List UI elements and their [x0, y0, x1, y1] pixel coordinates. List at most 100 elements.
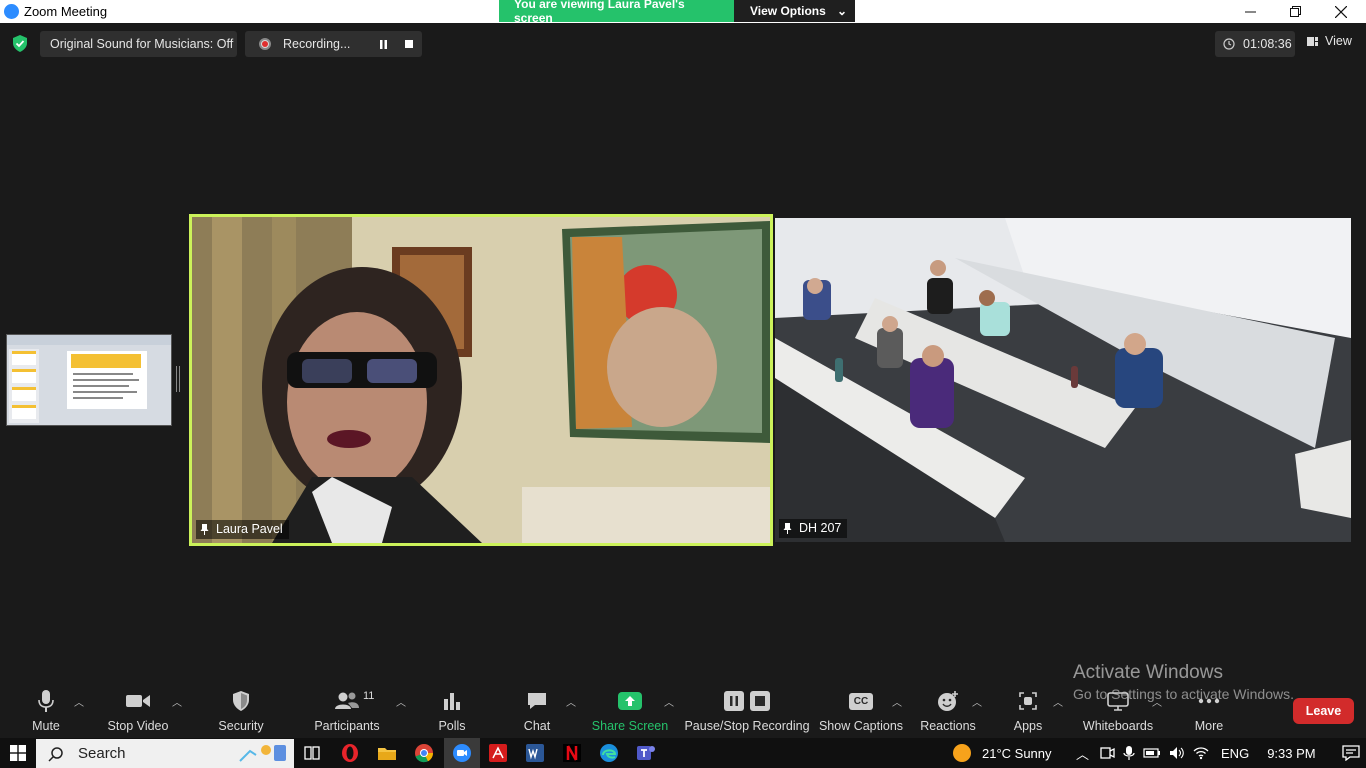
- zoom-taskbar-button[interactable]: [444, 738, 480, 768]
- security-button[interactable]: Security: [217, 686, 265, 738]
- more-button[interactable]: More: [1192, 686, 1226, 738]
- title-bar: Zoom Meeting You are viewing Laura Pavel…: [0, 0, 1366, 25]
- leave-button[interactable]: Leave: [1293, 698, 1354, 724]
- camera-tray-icon[interactable]: [1099, 746, 1115, 760]
- original-sound-toggle[interactable]: Original Sound for Musicians: Off: [40, 31, 237, 57]
- restore-button[interactable]: [1272, 0, 1318, 23]
- clock-time[interactable]: 9:33 PM: [1267, 746, 1315, 761]
- timer-value: 01:08:36: [1243, 37, 1292, 51]
- microphone-tray-icon[interactable]: [1123, 745, 1135, 761]
- zoom-app-icon: [4, 4, 19, 19]
- wifi-icon[interactable]: [1193, 746, 1209, 760]
- layout-icon: [1307, 37, 1318, 46]
- mute-label: Mute: [32, 719, 60, 733]
- pause-stop-recording-button[interactable]: Pause/Stop Recording: [684, 686, 810, 738]
- viewing-screen-label: You are viewing Laura Pavel's screen: [499, 0, 734, 25]
- share-screen-icon: [618, 692, 642, 710]
- security-label: Security: [218, 719, 264, 733]
- activate-windows-title: Activate Windows: [1073, 662, 1223, 683]
- chat-options-chevron-icon[interactable]: ︿: [566, 694, 576, 709]
- weather-widget[interactable]: 21°C Sunny: [952, 738, 1052, 768]
- microphone-icon: [38, 690, 54, 712]
- video-tile-laura-pavel[interactable]: Laura Pavel: [189, 214, 773, 546]
- share-screen-label: Share Screen: [591, 719, 669, 733]
- participants-label: Participants: [314, 719, 380, 733]
- weather-text: 21°C Sunny: [982, 745, 1052, 761]
- view-options-button[interactable]: View Options ⌄: [734, 0, 855, 22]
- sun-icon: [953, 744, 971, 762]
- classroom-video-feed: [775, 218, 1351, 542]
- volume-icon[interactable]: [1169, 746, 1185, 760]
- view-label: View: [1325, 34, 1352, 48]
- edge-icon[interactable]: [599, 743, 619, 763]
- stop-video-label: Stop Video: [107, 719, 169, 733]
- video-options-chevron-icon[interactable]: ︿: [172, 694, 182, 709]
- close-button[interactable]: [1318, 0, 1364, 23]
- mute-button[interactable]: Mute: [26, 686, 66, 738]
- participants-options-chevron-icon[interactable]: ︿: [396, 694, 406, 709]
- leave-label: Leave: [1305, 704, 1342, 718]
- encryption-shield-icon[interactable]: [12, 35, 28, 52]
- participant-name-tag: Laura Pavel: [196, 520, 289, 539]
- original-sound-label: Original Sound for Musicians: Off: [50, 37, 234, 51]
- show-hidden-icons-chevron-icon[interactable]: ︿: [1076, 744, 1089, 763]
- minimize-button[interactable]: [1227, 0, 1273, 23]
- clock-icon: [1223, 38, 1235, 50]
- file-explorer-icon[interactable]: [377, 743, 397, 763]
- more-label: More: [1194, 719, 1224, 733]
- stop-recording-button[interactable]: [401, 36, 417, 52]
- reactions-options-chevron-icon[interactable]: ︿: [972, 694, 982, 709]
- taskbar-search[interactable]: Search: [36, 739, 294, 768]
- share-screen-button[interactable]: Share Screen: [591, 686, 669, 738]
- battery-icon[interactable]: [1143, 747, 1161, 759]
- record-icon: [259, 38, 271, 50]
- whiteboard-icon: [1107, 692, 1129, 711]
- teams-icon[interactable]: [636, 743, 656, 763]
- slide-panel: [9, 349, 39, 423]
- apps-button[interactable]: Apps: [1012, 686, 1044, 738]
- polls-button[interactable]: Polls: [435, 686, 469, 738]
- windows-taskbar: Search 21°C Sunny ︿ ENG 9:33 PM: [0, 738, 1366, 768]
- whiteboards-options-chevron-icon[interactable]: ︿: [1152, 694, 1162, 709]
- windows-start-icon[interactable]: [10, 745, 26, 761]
- video-tile-dh-207[interactable]: DH 207: [775, 218, 1351, 542]
- search-icon: [48, 746, 63, 762]
- chrome-icon[interactable]: [414, 743, 434, 763]
- participants-button[interactable]: 11 Participants: [313, 686, 381, 738]
- search-highlight-icon: [239, 745, 286, 762]
- word-icon[interactable]: [525, 743, 545, 763]
- room-name-tag: DH 207: [779, 519, 848, 538]
- language-indicator[interactable]: ENG: [1221, 746, 1249, 761]
- slide-preview: [67, 351, 147, 409]
- system-tray: ︿ ENG 9:33 PM: [1076, 738, 1360, 768]
- polls-icon: [444, 693, 460, 710]
- room-name: DH 207: [799, 521, 842, 535]
- acrobat-icon[interactable]: [488, 743, 508, 763]
- audio-options-chevron-icon[interactable]: ︿: [74, 694, 84, 709]
- view-button[interactable]: View: [1307, 34, 1352, 48]
- chat-button[interactable]: Chat: [520, 686, 554, 738]
- pause-icon: [379, 39, 387, 49]
- stop-video-button[interactable]: Stop Video: [106, 686, 170, 738]
- resize-handle[interactable]: [176, 366, 180, 392]
- notifications-icon[interactable]: [1341, 745, 1360, 761]
- task-view-icon[interactable]: [302, 743, 322, 763]
- opera-icon[interactable]: [340, 743, 360, 763]
- pause-recording-icon: [724, 691, 744, 711]
- speaker-video-feed: [192, 217, 770, 543]
- participants-icon: [335, 692, 359, 709]
- captions-options-chevron-icon[interactable]: ︿: [892, 694, 902, 709]
- apps-options-chevron-icon[interactable]: ︿: [1053, 694, 1063, 709]
- share-options-chevron-icon[interactable]: ︿: [664, 694, 674, 709]
- pause-recording-button[interactable]: [375, 36, 391, 52]
- netflix-icon[interactable]: [562, 743, 582, 763]
- shared-screen-thumbnail[interactable]: [6, 334, 172, 426]
- whiteboards-button[interactable]: Whiteboards: [1080, 686, 1156, 738]
- zoom-icon: [453, 744, 471, 762]
- smiley-icon: [938, 691, 958, 711]
- reactions-label: Reactions: [920, 719, 976, 733]
- reactions-button[interactable]: Reactions: [920, 686, 976, 738]
- apps-label: Apps: [1013, 719, 1043, 733]
- polls-label: Polls: [438, 719, 466, 733]
- ppt-ribbon: [7, 335, 171, 345]
